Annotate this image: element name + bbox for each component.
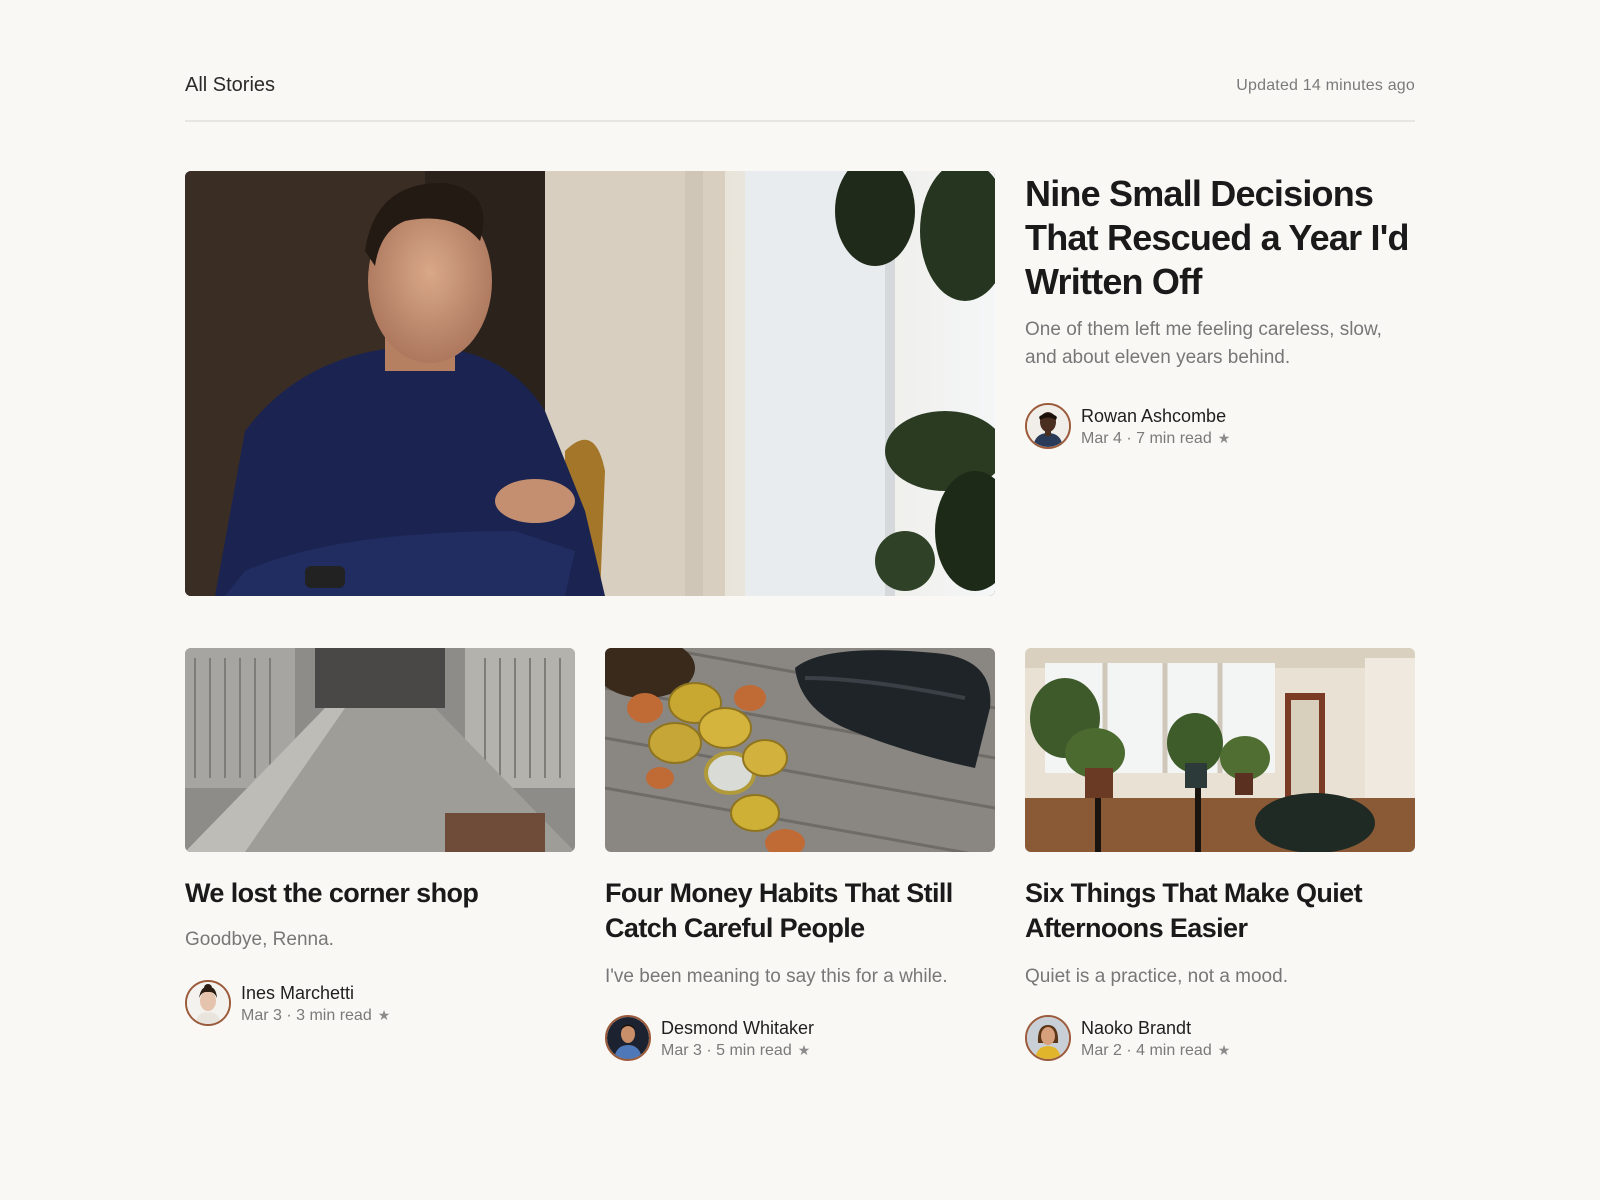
avatar[interactable] <box>185 980 231 1026</box>
story-meta: Mar 3 · 5 min read ★ <box>661 1042 810 1060</box>
author-name[interactable]: Rowan Ashcombe <box>1081 406 1226 427</box>
story-meta: Mar 4 · 7 min read ★ <box>1081 430 1230 448</box>
card-subtitle: Goodbye, Renna. <box>185 929 334 950</box>
featured-image[interactable] <box>185 171 995 596</box>
coins-and-wallet-photo <box>605 648 995 852</box>
man-by-window-photo <box>185 171 995 596</box>
avatar[interactable] <box>1025 403 1071 449</box>
avatar[interactable] <box>605 1015 651 1061</box>
author-avatar-ines <box>187 982 229 1024</box>
author-name[interactable]: Desmond Whitaker <box>661 1018 814 1039</box>
featured-byline: Rowan Ashcombe Mar 4 · 7 min read ★ <box>1025 403 1415 451</box>
plant-room-photo <box>1025 648 1415 852</box>
card-byline: Naoko Brandt Mar 2 · 4 min read ★ <box>1025 1015 1415 1063</box>
author-avatar-naoko <box>1027 1017 1069 1059</box>
star-icon: ★ <box>1217 1042 1231 1058</box>
story-meta-text: Mar 3 · 3 min read <box>241 1007 372 1024</box>
stories-header: All Stories Updated 14 minutes ago <box>185 72 1415 122</box>
card-byline: Ines Marchetti Mar 3 · 3 min read ★ <box>185 980 575 1028</box>
section-title: All Stories <box>185 74 276 96</box>
card-subtitle: I've been meaning to say this for a whil… <box>605 966 948 987</box>
card-subtitle: Quiet is a practice, not a mood. <box>1025 966 1288 987</box>
story-meta-text: Mar 4 · 7 min read <box>1081 430 1212 447</box>
author-avatar-rowan <box>1027 405 1069 447</box>
star-icon: ★ <box>1217 430 1231 446</box>
author-name[interactable]: Ines Marchetti <box>241 983 354 1004</box>
card-image[interactable] <box>185 648 575 852</box>
updated-timestamp: Updated 14 minutes ago <box>1236 77 1415 94</box>
featured-title[interactable]: Nine Small Decisions That Rescued a Year… <box>1025 172 1415 304</box>
card-title[interactable]: We lost the corner shop <box>185 876 575 911</box>
card-image[interactable] <box>1025 648 1415 852</box>
featured-subtitle: One of them left me feeling careless, sl… <box>1025 319 1382 368</box>
story-meta: Mar 3 · 3 min read ★ <box>241 1007 390 1025</box>
author-avatar-desmond <box>607 1017 649 1059</box>
shuttered-alley-photo <box>185 648 575 852</box>
card-image[interactable] <box>605 648 995 852</box>
card-byline: Desmond Whitaker Mar 3 · 5 min read ★ <box>605 1015 995 1063</box>
card-title[interactable]: Six Things That Make Quiet Afternoons Ea… <box>1025 876 1415 946</box>
avatar[interactable] <box>1025 1015 1071 1061</box>
card-title[interactable]: Four Money Habits That Still Catch Caref… <box>605 876 995 946</box>
story-meta: Mar 2 · 4 min read ★ <box>1081 1042 1230 1060</box>
story-meta-text: Mar 2 · 4 min read <box>1081 1042 1212 1059</box>
story-meta-text: Mar 3 · 5 min read <box>661 1042 792 1059</box>
star-icon: ★ <box>797 1042 811 1058</box>
author-name[interactable]: Naoko Brandt <box>1081 1018 1191 1039</box>
star-icon: ★ <box>377 1007 391 1023</box>
